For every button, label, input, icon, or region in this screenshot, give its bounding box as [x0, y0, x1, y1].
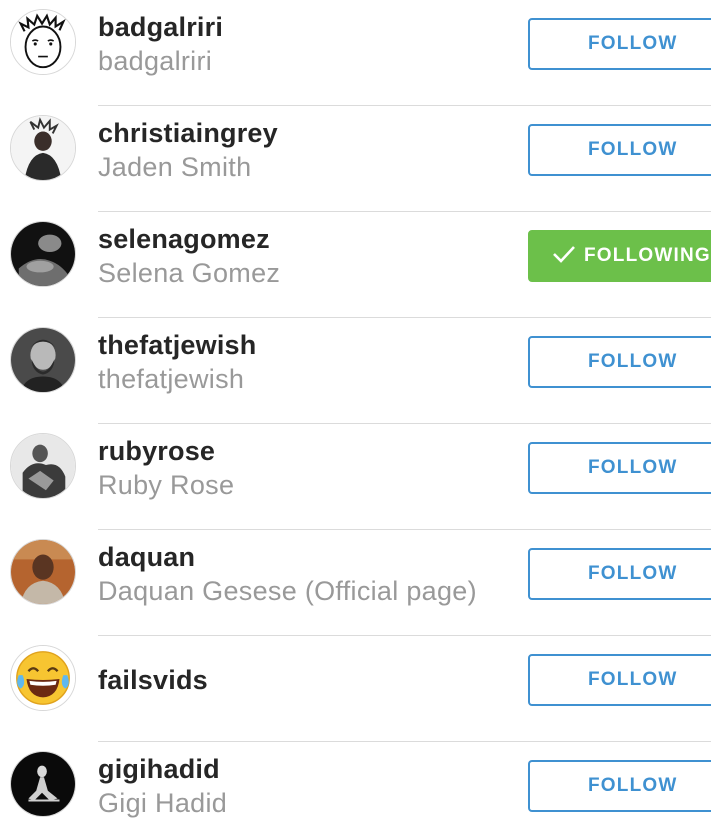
- avatar[interactable]: [10, 9, 76, 75]
- username[interactable]: failsvids: [98, 665, 208, 696]
- list-item-gigihadid[interactable]: gigihadid Gigi Hadid FOLLOW: [0, 742, 711, 833]
- full-name: Ruby Rose: [98, 470, 235, 500]
- follow-button[interactable]: FOLLOW: [528, 654, 711, 706]
- list-item-daquan[interactable]: daquan Daquan Gesese (Official page) FOL…: [0, 530, 711, 636]
- profile-photo: [11, 752, 75, 816]
- following-button[interactable]: FOLLOWING: [528, 230, 711, 282]
- user-follow-list: badgalriri badgalriri FOLLOW christiaing…: [0, 0, 711, 833]
- profile-photo: [11, 116, 75, 180]
- list-item-thefatjewish[interactable]: thefatjewish thefatjewish FOLLOW: [0, 318, 711, 424]
- profile-photo: [11, 540, 75, 604]
- avatar[interactable]: [10, 645, 76, 711]
- rage-comic-face-icon: [11, 10, 75, 74]
- full-name: thefatjewish: [98, 364, 245, 394]
- laughing-tears-emoji-icon: [11, 646, 75, 710]
- username[interactable]: badgalriri: [98, 12, 223, 43]
- full-name: badgalriri: [98, 46, 213, 76]
- avatar[interactable]: [10, 115, 76, 181]
- full-name: Selena Gomez: [98, 258, 281, 288]
- checkmark-icon: [553, 246, 575, 263]
- profile-photo: [11, 328, 75, 392]
- username[interactable]: daquan: [98, 542, 195, 573]
- follow-button[interactable]: FOLLOW: [528, 548, 711, 600]
- profile-photo: [11, 434, 75, 498]
- username[interactable]: rubyrose: [98, 436, 215, 467]
- username[interactable]: christiaingrey: [98, 118, 278, 149]
- follow-button[interactable]: FOLLOW: [528, 124, 711, 176]
- follow-button[interactable]: FOLLOW: [528, 442, 711, 494]
- avatar[interactable]: [10, 327, 76, 393]
- avatar[interactable]: [10, 433, 76, 499]
- following-label: FOLLOWING: [584, 245, 711, 266]
- username[interactable]: gigihadid: [98, 754, 220, 785]
- list-item-christiaingrey[interactable]: christiaingrey Jaden Smith FOLLOW: [0, 106, 711, 212]
- full-name: Daquan Gesese (Official page): [98, 576, 477, 606]
- follow-button[interactable]: FOLLOW: [528, 336, 711, 388]
- profile-photo: [11, 222, 75, 286]
- follow-button[interactable]: FOLLOW: [528, 18, 711, 70]
- follow-button[interactable]: FOLLOW: [528, 760, 711, 812]
- username[interactable]: thefatjewish: [98, 330, 256, 361]
- list-item-badgalriri[interactable]: badgalriri badgalriri FOLLOW: [0, 0, 711, 106]
- list-item-selenagomez[interactable]: selenagomez Selena Gomez FOLLOWING: [0, 212, 711, 318]
- list-item-failsvids[interactable]: failsvids FOLLOW: [0, 636, 711, 742]
- username[interactable]: selenagomez: [98, 224, 270, 255]
- list-item-rubyrose[interactable]: rubyrose Ruby Rose FOLLOW: [0, 424, 711, 530]
- full-name: Jaden Smith: [98, 152, 252, 182]
- full-name: Gigi Hadid: [98, 788, 228, 818]
- avatar[interactable]: [10, 539, 76, 605]
- avatar[interactable]: [10, 221, 76, 287]
- avatar[interactable]: [10, 751, 76, 817]
